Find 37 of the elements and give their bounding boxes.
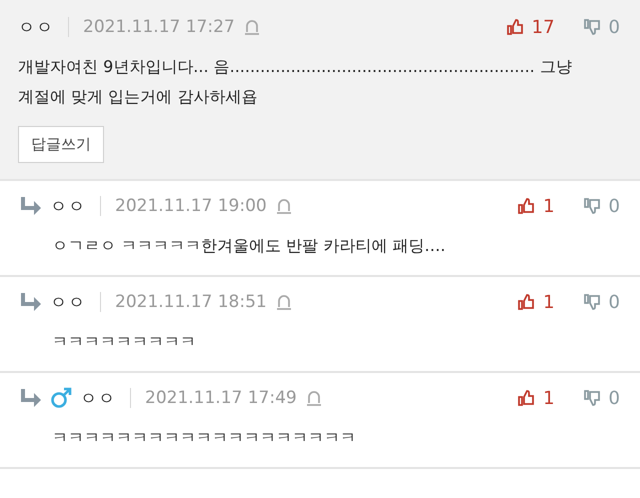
thumbs-up-icon[interactable] (517, 389, 536, 407)
thumbs-down-icon[interactable] (582, 293, 601, 311)
comment-date: 2021.11.17 17:27 (83, 17, 235, 37)
reply-button[interactable]: 답글쓰기 (18, 126, 104, 163)
author-name: ㅇㅇ (50, 196, 86, 218)
thumbs-up-icon[interactable] (517, 197, 536, 215)
dislike-count: 0 (608, 16, 620, 38)
author-name: ㅇㅇ (80, 388, 116, 410)
thumbs-up-icon[interactable] (517, 293, 536, 311)
comment-text: ㅋㅋㅋㅋㅋㅋㅋㅋㅋ (51, 331, 197, 353)
reply-arrow-icon (18, 388, 42, 408)
thumbs-down-icon[interactable] (582, 197, 601, 215)
comment-text: ㅋㅋㅋㅋㅋㅋㅋㅋㅋㅋㅋㅋㅋㅋㅋㅋㅋㅋㅋ (51, 427, 357, 449)
siren-icon[interactable] (242, 18, 261, 36)
comment-date: 2021.11.17 18:51 (115, 292, 267, 312)
siren-icon[interactable] (274, 197, 293, 215)
siren-icon[interactable] (274, 293, 293, 311)
comment-date: 2021.11.17 17:49 (145, 388, 297, 408)
dislike-count: 0 (608, 196, 620, 216)
like-count: 1 (543, 388, 555, 408)
reply-arrow-icon (18, 292, 42, 312)
siren-icon[interactable] (304, 389, 323, 407)
like-count: 1 (543, 196, 555, 216)
dislike-count: 0 (608, 292, 620, 312)
author-name: ㅇㅇ (50, 292, 86, 314)
like-count: 1 (543, 292, 555, 312)
author-name: ㅇㅇ (18, 16, 54, 38)
like-count: 17 (532, 16, 555, 38)
thumbs-up-icon[interactable] (506, 18, 524, 36)
thumbs-down-icon[interactable] (582, 389, 601, 407)
comment-date: 2021.11.17 19:00 (115, 196, 267, 216)
comment-text: ㅇㄱㄹㅇ ㅋㅋㅋㅋㅋ한겨울에도 반팔 카라티에 패딩…. (51, 235, 446, 257)
male-icon (50, 387, 72, 409)
dislike-count: 0 (608, 388, 620, 408)
thumbs-down-icon[interactable] (582, 18, 601, 36)
reply-arrow-icon (18, 196, 42, 216)
comment-text: 개발자여친 9년차입니다... 음............................................................ 그냥 계절에 맞게 입는거에 감사하세욥 (18, 56, 573, 108)
